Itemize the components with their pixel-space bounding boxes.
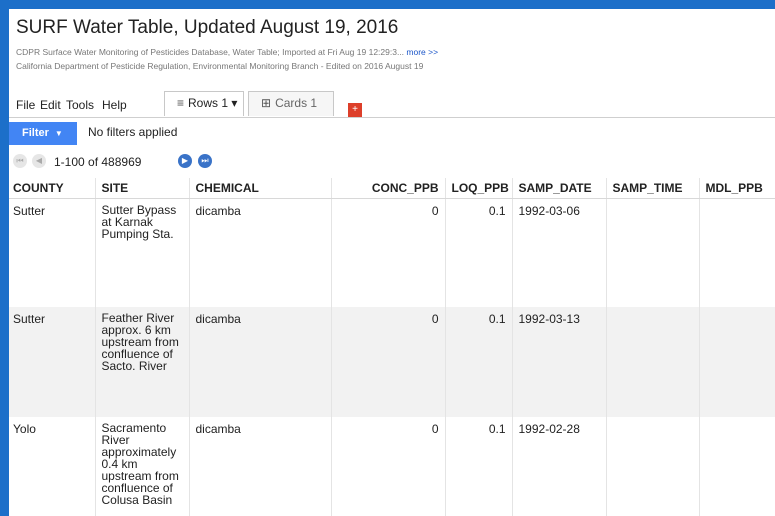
- table-header-row: COUNTY SITE CHEMICAL CONC_PPB LOQ_PPB SA…: [9, 178, 775, 199]
- cell-conc-ppb: 0: [330, 417, 445, 516]
- column-header-county[interactable]: COUNTY: [9, 178, 95, 199]
- table-attribution: California Department of Pesticide Regul…: [16, 61, 424, 71]
- cell-loq-ppb: 0.1: [444, 198, 512, 307]
- cell-samp-date: 1992-02-28: [511, 417, 606, 516]
- menu-tools[interactable]: Tools: [66, 98, 94, 112]
- tab-cards[interactable]: ⊞ Cards 1: [248, 91, 334, 116]
- cell-site: Sutter Bypass at Karnak Pumping Sta.: [94, 198, 189, 307]
- cell-county: Yolo: [13, 422, 36, 436]
- more-link[interactable]: more >>: [406, 47, 438, 57]
- filter-button-label: Filter: [22, 127, 49, 139]
- add-tab-button[interactable]: +: [348, 103, 362, 117]
- page-title: SURF Water Table, Updated August 19, 201…: [16, 17, 399, 38]
- table-row[interactable]: Sutter Sutter Bypass at Karnak Pumping S…: [9, 198, 775, 307]
- cell-site: Feather River approx. 6 km upstream from…: [94, 307, 189, 417]
- column-header-mdl-ppb[interactable]: MDL_PPB: [698, 178, 775, 199]
- table-row[interactable]: Sutter Feather River approx. 6 km upstre…: [9, 307, 775, 417]
- tab-divider: [9, 117, 775, 118]
- cell-chemical: dicamba: [188, 198, 331, 307]
- cell-conc-ppb: 0: [330, 307, 445, 417]
- table-description: CDPR Surface Water Monitoring of Pestici…: [16, 47, 438, 57]
- tab-rows-label: Rows 1 ▾: [188, 96, 238, 110]
- next-page-icon[interactable]: ▶: [178, 154, 192, 168]
- cell-samp-date: 1992-03-06: [511, 198, 606, 307]
- cell-site: Sacramento River approximately 0.4 km up…: [94, 417, 189, 516]
- menu-bar: File Edit Tools Help ≡ Rows 1 ▾ ⊞ Cards 1 …: [9, 91, 775, 117]
- column-header-samp-time[interactable]: SAMP_TIME: [605, 178, 699, 199]
- rows-icon: ≡: [177, 96, 185, 110]
- cell-samp-date: 1992-03-13: [511, 307, 606, 417]
- filter-status: No filters applied: [88, 125, 178, 139]
- cell-county: Sutter: [13, 203, 46, 218]
- column-header-loq-ppb[interactable]: LOQ_PPB: [444, 178, 512, 199]
- description-text: CDPR Surface Water Monitoring of Pestici…: [16, 47, 405, 57]
- tab-cards-label: Cards 1: [275, 96, 318, 110]
- menu-help[interactable]: Help: [102, 98, 127, 112]
- cell-loq-ppb: 0.1: [444, 307, 512, 417]
- cell-chemical: dicamba: [188, 307, 331, 417]
- cell-samp-time: [605, 417, 699, 516]
- cell-samp-time: [605, 198, 699, 307]
- menu-edit[interactable]: Edit: [40, 98, 61, 112]
- cell-chemical: dicamba: [188, 417, 331, 516]
- cell-mdl-ppb: [698, 198, 775, 307]
- last-page-icon[interactable]: ⏭: [198, 154, 212, 168]
- column-header-chemical[interactable]: CHEMICAL: [188, 178, 331, 199]
- menu-file[interactable]: File: [16, 98, 35, 112]
- cell-conc-ppb: 0: [330, 198, 445, 307]
- cell-county: Sutter: [9, 307, 95, 417]
- table-row[interactable]: Yolo Sacramento River approximately 0.4 …: [9, 417, 775, 516]
- filter-button[interactable]: Filter ▼: [9, 122, 77, 145]
- column-header-conc-ppb[interactable]: CONC_PPB: [330, 178, 445, 199]
- prev-page-icon[interactable]: ◀: [32, 154, 46, 168]
- fusion-table-page: SURF Water Table, Updated August 19, 201…: [9, 9, 775, 516]
- cell-samp-time: [605, 307, 699, 417]
- data-table: COUNTY SITE CHEMICAL CONC_PPB LOQ_PPB SA…: [9, 178, 775, 516]
- column-header-site[interactable]: SITE: [94, 178, 189, 199]
- cell-mdl-ppb: [698, 417, 775, 516]
- column-header-samp-date[interactable]: SAMP_DATE: [511, 178, 606, 199]
- chevron-down-icon: ▼: [54, 129, 63, 138]
- pager-range: 1-100 of 488969: [54, 155, 142, 169]
- cell-mdl-ppb: [698, 307, 775, 417]
- window-frame-top: [0, 0, 775, 9]
- first-page-icon[interactable]: ⏮: [13, 154, 27, 168]
- cards-icon: ⊞: [261, 96, 272, 110]
- window-frame-left: [0, 0, 9, 516]
- tab-rows[interactable]: ≡ Rows 1 ▾: [164, 91, 244, 116]
- cell-loq-ppb: 0.1: [444, 417, 512, 516]
